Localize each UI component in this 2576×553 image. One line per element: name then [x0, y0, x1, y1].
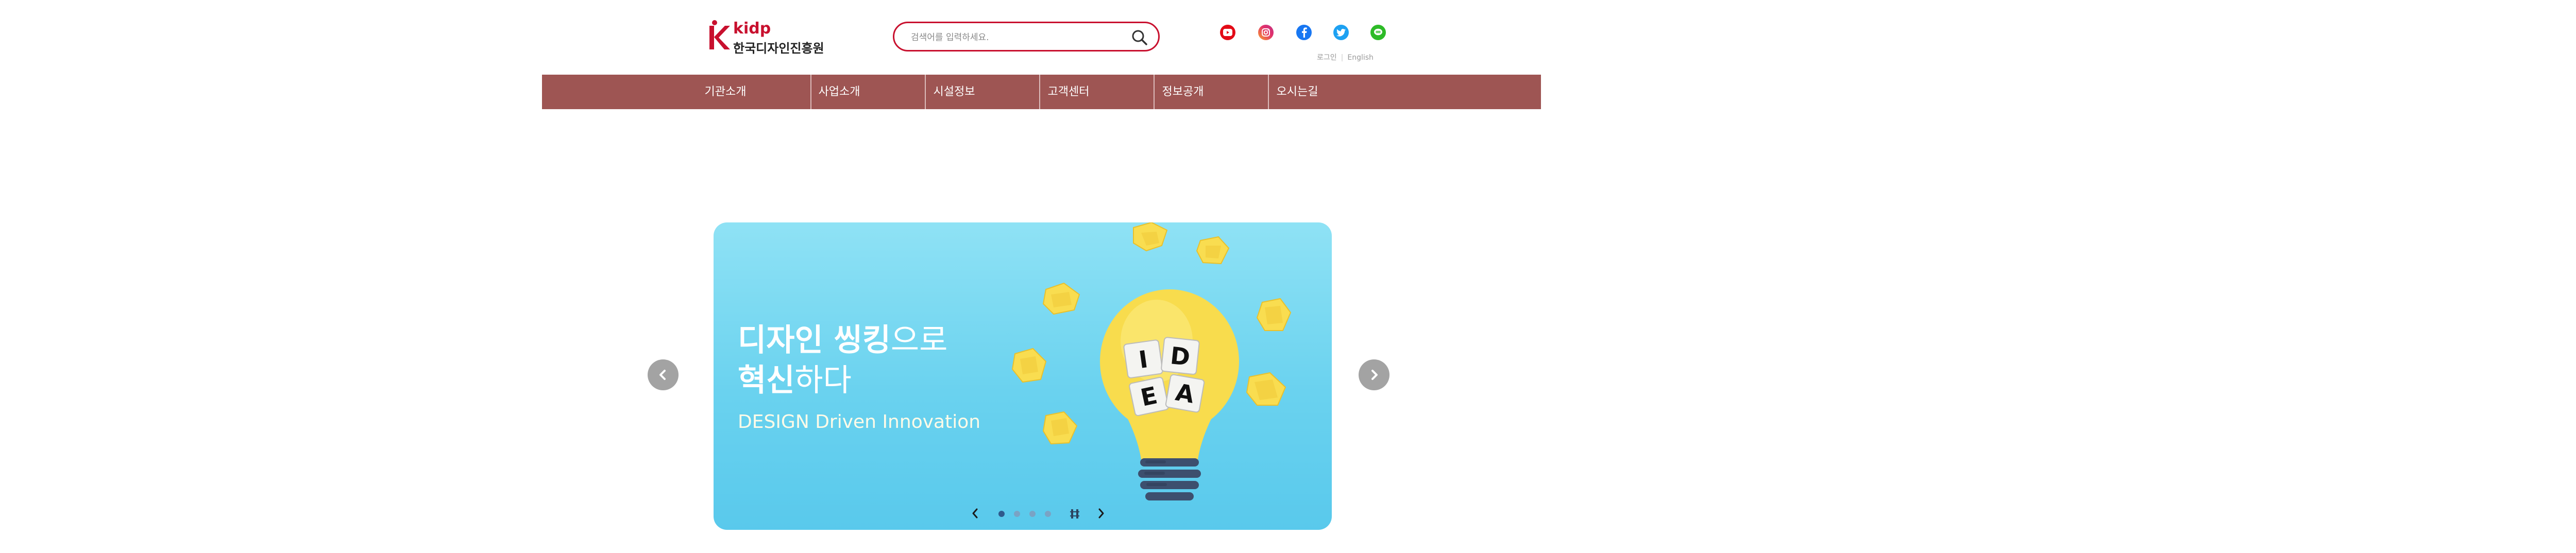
- nav-item-facilities[interactable]: 시설정보: [897, 75, 1011, 109]
- search-box: [893, 22, 1160, 51]
- nav-item-disclosure[interactable]: 정보공개: [1126, 75, 1240, 109]
- slide-dot[interactable]: [1029, 511, 1036, 517]
- instagram-icon[interactable]: [1258, 25, 1274, 40]
- bulb-base: [1138, 458, 1201, 500]
- login-link[interactable]: 로그인: [1317, 54, 1337, 62]
- logo-brand: kidp: [733, 20, 771, 38]
- nav-item-directions[interactable]: 오시는길: [1241, 75, 1354, 109]
- site-logo[interactable]: kidp 한국디자인진흥원: [707, 20, 831, 57]
- logo-k-mark-icon: [709, 20, 730, 49]
- carousel-prev-button[interactable]: [648, 359, 679, 390]
- banner-title-line1-bold: 디자인 씽킹: [738, 322, 891, 358]
- main-nav: 기관소개 사업소개 시설정보 고객센터 정보공개 오시는길: [542, 75, 1541, 109]
- slide-prev-icon[interactable]: [971, 508, 979, 519]
- nav-item-business[interactable]: 사업소개: [783, 75, 896, 109]
- banner-title-line1-rest: 으로: [890, 322, 948, 358]
- utility-links: 로그인 | English: [1317, 52, 1374, 62]
- facebook-icon[interactable]: [1296, 25, 1312, 40]
- search-icon[interactable]: [1130, 28, 1149, 47]
- nav-item-customer-center[interactable]: 고객센터: [1012, 75, 1125, 109]
- slide-next-icon[interactable]: [1097, 508, 1105, 519]
- banner-title-line1: 디자인 씽킹으로: [738, 315, 947, 360]
- chevron-right-icon: [1371, 370, 1378, 380]
- slide-dot[interactable]: [1014, 511, 1020, 517]
- slide-dot-active[interactable]: [998, 511, 1005, 517]
- idea-lightbulb-illustration: I D E A: [1011, 222, 1292, 500]
- hero-banner[interactable]: 디자인 씽킹으로 혁신하다 DESIGN Driven Innovation I…: [714, 222, 1332, 530]
- block-letter: D: [1169, 341, 1192, 371]
- line-icon[interactable]: [1370, 25, 1386, 40]
- carousel-next-button[interactable]: [1359, 359, 1389, 390]
- slide-dot[interactable]: [1045, 511, 1051, 517]
- banner-title-line2: 혁신하다: [738, 355, 852, 400]
- banner-title-line2-rest: 하다: [794, 362, 852, 399]
- youtube-icon[interactable]: [1220, 25, 1235, 40]
- logo-org-name: 한국디자인진흥원: [733, 41, 824, 56]
- banner-subtitle: DESIGN Driven Innovation: [738, 411, 981, 433]
- banner-title-line2-bold: 혁신: [738, 362, 795, 399]
- chevron-left-icon: [659, 370, 666, 380]
- util-divider: |: [1341, 54, 1344, 62]
- nav-item-about[interactable]: 기관소개: [669, 75, 782, 109]
- search-input[interactable]: [910, 29, 1118, 46]
- pause-icon[interactable]: [1070, 508, 1079, 520]
- twitter-icon[interactable]: [1333, 25, 1349, 40]
- english-link[interactable]: English: [1347, 54, 1374, 62]
